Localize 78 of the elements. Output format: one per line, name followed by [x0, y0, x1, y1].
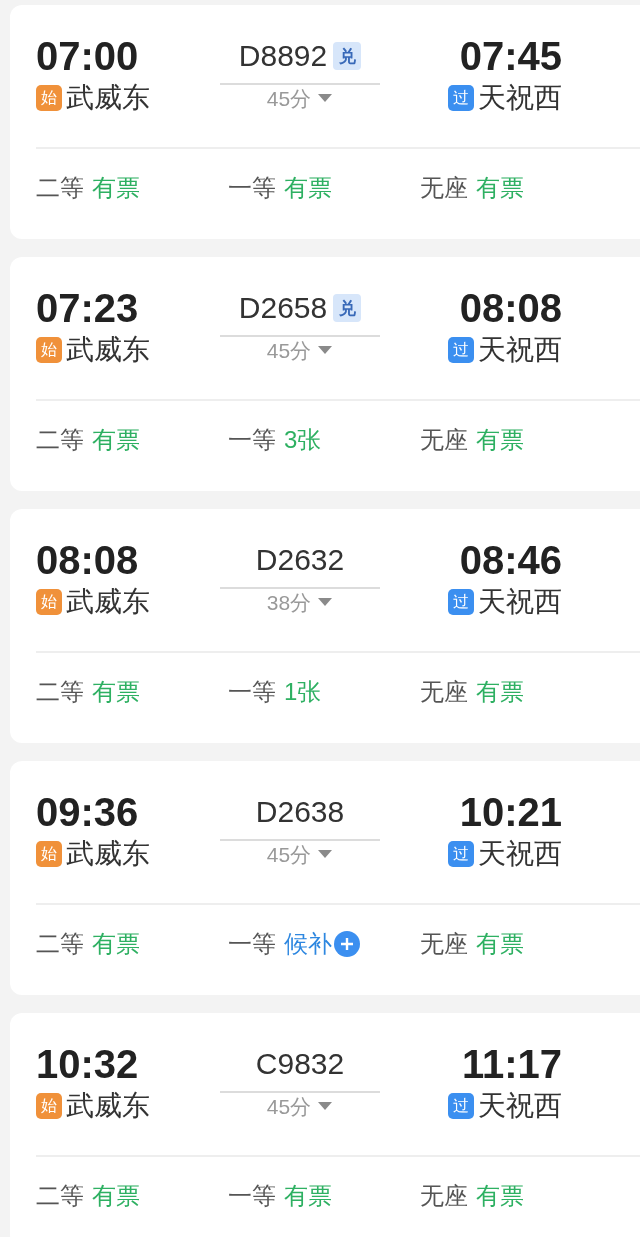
dropdown-caret-icon[interactable]	[317, 93, 334, 103]
train-number: C9832	[255, 1049, 345, 1079]
ticket-status: 有票	[476, 428, 524, 452]
arrival-time: 08:46	[459, 537, 562, 584]
ticket-status: 有票	[92, 1184, 140, 1208]
dropdown-caret-icon[interactable]	[317, 1101, 334, 1111]
seat-class: 无座	[420, 680, 468, 704]
departure-time: 09:36	[36, 789, 140, 836]
ticket-status: 有票	[92, 932, 140, 956]
duration-text: 38分	[266, 591, 312, 613]
station-name: 武威东	[66, 1092, 150, 1120]
station-badge: 始	[36, 841, 62, 867]
seat-class: 一等	[228, 1184, 276, 1208]
seat-class: 二等	[36, 428, 84, 452]
add-icon[interactable]	[334, 931, 360, 957]
ticket-status: 有票	[476, 932, 524, 956]
train-number: D2632	[255, 545, 345, 575]
station-badge: 过	[448, 1093, 474, 1119]
ticket-status: 1张	[284, 680, 322, 704]
station-badge: 始	[36, 1093, 62, 1119]
station-badge: 过	[448, 337, 474, 363]
seat-class: 一等	[228, 428, 276, 452]
station-badge: 始	[36, 85, 62, 111]
station-name: 天祝西	[478, 588, 562, 616]
dropdown-caret-icon[interactable]	[317, 597, 334, 607]
exchange-badge: 兑	[333, 294, 362, 322]
station-name: 武威东	[66, 336, 150, 364]
duration-text: 45分	[266, 87, 312, 109]
seat-class: 二等	[36, 932, 84, 956]
arrival-time: 11:17	[461, 1041, 562, 1088]
seat-class: 一等	[228, 176, 276, 200]
seat-class: 二等	[36, 176, 84, 200]
station-name: 武威东	[66, 84, 150, 112]
duration-text: 45分	[266, 843, 312, 865]
departure-time: 10:32	[36, 1041, 140, 1088]
ticket-status: 有票	[476, 1184, 524, 1208]
seat-class: 二等	[36, 1184, 84, 1208]
duration-text: 45分	[266, 339, 312, 361]
ticket-status: 有票	[92, 176, 140, 200]
station-badge: 始	[36, 589, 62, 615]
duration-text: 45分	[266, 1095, 312, 1117]
station-badge: 始	[36, 337, 62, 363]
station-badge: 过	[448, 589, 474, 615]
station-name: 武威东	[66, 840, 150, 868]
seat-class: 一等	[228, 680, 276, 704]
arrival-time: 10:21	[459, 789, 562, 836]
seat-class: 无座	[420, 176, 468, 200]
dropdown-caret-icon[interactable]	[317, 345, 334, 355]
exchange-badge: 兑	[333, 42, 362, 70]
departure-time: 07:23	[36, 285, 140, 332]
ticket-status: 候补	[284, 932, 332, 956]
ticket-status: 3张	[284, 428, 322, 452]
seat-class: 无座	[420, 428, 468, 452]
train-number: D2658	[238, 293, 328, 323]
train-number: D8892	[238, 41, 328, 71]
station-name: 天祝西	[478, 336, 562, 364]
station-name: 天祝西	[478, 840, 562, 868]
station-name: 天祝西	[478, 1092, 562, 1120]
arrival-time: 08:08	[459, 285, 562, 332]
ticket-status: 有票	[476, 680, 524, 704]
ticket-status: 有票	[284, 1184, 332, 1208]
station-name: 天祝西	[478, 84, 562, 112]
station-name: 武威东	[66, 588, 150, 616]
arrival-time: 07:45	[459, 33, 562, 80]
seat-class: 无座	[420, 932, 468, 956]
seat-class: 二等	[36, 680, 84, 704]
ticket-status: 有票	[476, 176, 524, 200]
departure-time: 08:08	[36, 537, 140, 584]
station-badge: 过	[448, 85, 474, 111]
train-number: D2638	[255, 797, 345, 827]
seat-class: 无座	[420, 1184, 468, 1208]
ticket-status: 有票	[92, 428, 140, 452]
ticket-status: 有票	[92, 680, 140, 704]
seat-class: 一等	[228, 932, 276, 956]
station-badge: 过	[448, 841, 474, 867]
dropdown-caret-icon[interactable]	[317, 849, 334, 859]
departure-time: 07:00	[36, 33, 140, 80]
ticket-status: 有票	[284, 176, 332, 200]
